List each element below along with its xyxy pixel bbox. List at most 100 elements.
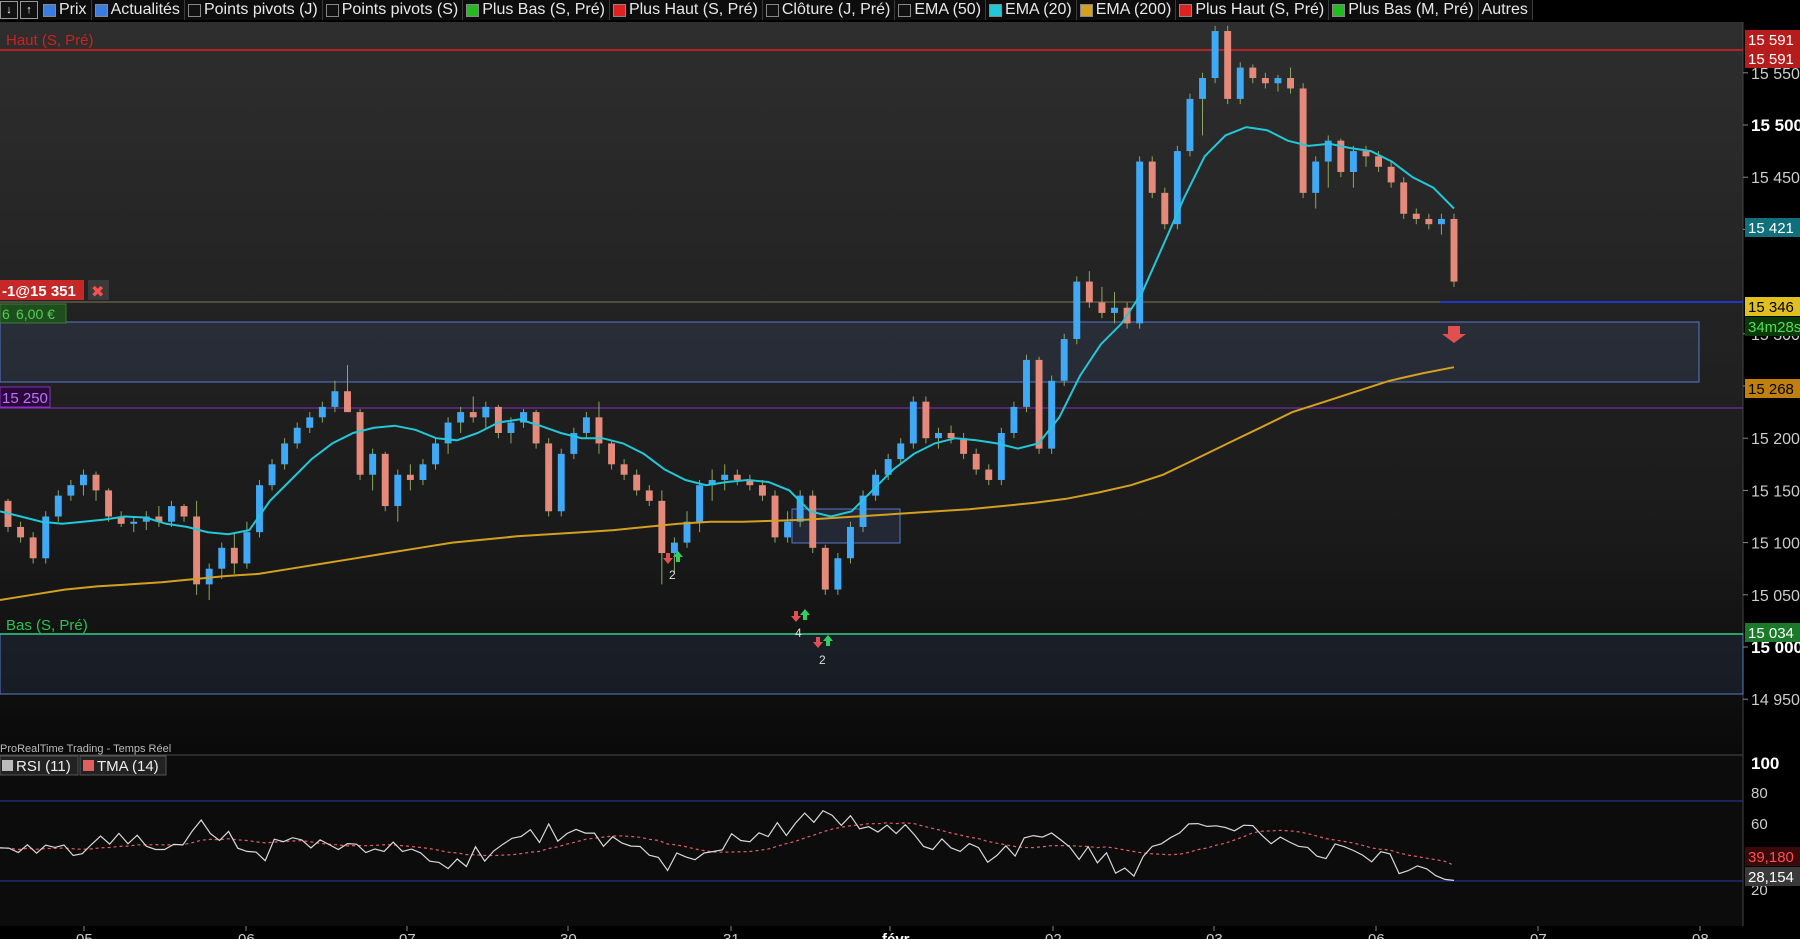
order-tag-label: -1@15 351 <box>2 283 76 300</box>
pnl-value: 6,00 € <box>16 306 55 322</box>
bear-candle <box>620 464 628 475</box>
bull-candle <box>670 542 678 554</box>
bull-candle <box>1186 98 1194 152</box>
toolbar-item[interactable]: Clôture (J, Pré) <box>763 0 896 20</box>
toolbar-item[interactable]: Plus Bas (S, Pré) <box>463 0 610 20</box>
bull-candle <box>243 532 251 564</box>
color-swatch-icon <box>898 3 912 17</box>
bull-candle <box>1111 307 1118 313</box>
date-label: 31 <box>723 931 740 939</box>
bear-candle <box>972 453 980 470</box>
bull-candle <box>1236 67 1244 99</box>
price-tick-label: 15 100 <box>1751 536 1800 553</box>
pnl-qty: 6 <box>2 306 10 322</box>
bear-candle <box>17 526 25 538</box>
color-swatch-icon <box>83 760 94 771</box>
toolbar-item[interactable]: Plus Haut (S, Pré) <box>610 0 763 20</box>
signal-count: 2 <box>819 653 826 667</box>
price-tick-label: 15 200 <box>1751 431 1800 448</box>
color-swatch-icon <box>325 3 339 17</box>
bull-candle <box>79 474 87 486</box>
bear-candle <box>1098 302 1106 313</box>
bear-candle <box>356 412 364 475</box>
toolbar-item-label: EMA (200) <box>1095 1 1172 18</box>
bull-candle <box>557 453 565 512</box>
toolbar-item[interactable]: Plus Haut (S, Pré) <box>1176 0 1330 20</box>
bull-candle <box>482 406 490 418</box>
arrow-down-icon[interactable]: ↓ <box>0 1 18 19</box>
bull-candle <box>1349 151 1357 172</box>
bull-candle <box>909 401 917 444</box>
bear-candle <box>532 412 540 444</box>
color-swatch-icon <box>187 3 201 17</box>
toolbar-item[interactable]: Plus Bas (M, Pré) <box>1329 0 1479 20</box>
bull-candle <box>168 506 175 522</box>
rsi-legend-label: RSI (11) <box>16 758 71 775</box>
date-label: 30 <box>560 931 577 939</box>
bear-candle <box>1261 78 1269 84</box>
toolbar-item-label: Prix <box>59 1 87 18</box>
bear-candle <box>809 495 817 548</box>
bull-candle <box>281 443 289 465</box>
bear-candle <box>344 391 351 413</box>
chart-canvas[interactable]: 2 4 2 RSI (11) TMA (14) Haut (S, Pré) Bas (S… <box>0 0 1800 939</box>
toolbar-item[interactable]: Actualités <box>92 0 185 20</box>
bear-candle <box>733 474 741 480</box>
bear-candle <box>758 485 766 496</box>
bear-candle <box>406 474 414 480</box>
bear-candle <box>105 490 113 517</box>
toolbar-item[interactable]: EMA (50) <box>895 0 987 20</box>
bull-candle <box>394 474 402 507</box>
tma-value-tag: 39,180 <box>1748 849 1794 866</box>
close-icon: ✖ <box>91 284 104 301</box>
bear-candle <box>1148 161 1156 193</box>
toolbar-item[interactable]: Prix <box>40 0 92 20</box>
signal-count: 2 <box>669 568 676 582</box>
bear-candle <box>381 453 389 507</box>
bull-candle <box>293 427 301 444</box>
weekly-high-tag: 15 591 <box>1748 32 1794 49</box>
price-tick-label: 15 150 <box>1751 483 1800 500</box>
candle-timer-tag: 34m28s <box>1748 319 1800 336</box>
toolbar-item-label: Actualités <box>110 1 180 18</box>
date-label: 05 <box>76 931 93 939</box>
bull-candle <box>1023 359 1030 407</box>
rsi-tick-label: 80 <box>1751 785 1768 802</box>
toolbar-item[interactable]: Points pivots (S) <box>323 0 464 20</box>
bear-candle <box>29 537 37 559</box>
ema200-tag: 15 268 <box>1748 381 1794 398</box>
date-label: 08 <box>1692 931 1709 939</box>
bear-candle <box>633 474 641 491</box>
bear-candle <box>1035 359 1043 449</box>
bull-candle <box>834 558 842 590</box>
support-zone <box>0 633 1744 695</box>
toolbar-item[interactable]: Points pivots (J) <box>185 0 323 20</box>
toolbar-item[interactable]: Autres <box>1479 0 1533 20</box>
bear-candle <box>645 490 653 501</box>
bull-candle <box>318 406 326 418</box>
toolbar-item[interactable]: EMA (20) <box>986 0 1077 20</box>
bull-candle <box>331 391 339 407</box>
last-price-tag: 15 346 <box>1748 299 1794 316</box>
arrow-up-icon[interactable]: ↑ <box>20 1 38 19</box>
bull-candle <box>897 443 905 460</box>
bull-candle <box>997 432 1005 480</box>
bear-candle <box>1387 166 1395 183</box>
color-swatch-icon <box>43 3 56 17</box>
toolbar-item[interactable]: EMA (200) <box>1077 0 1177 20</box>
price-tick-label: 14 950 <box>1751 692 1800 709</box>
bear-candle <box>821 547 829 590</box>
tma-legend-label: TMA (14) <box>97 758 159 775</box>
bear-candle <box>469 412 477 418</box>
level-tag-label: 15 250 <box>2 390 48 407</box>
bull-candle <box>67 485 75 496</box>
bull-candle <box>721 474 729 480</box>
bear-candle <box>1412 213 1420 219</box>
bear-candle <box>1249 67 1257 79</box>
ema20-tag: 15 421 <box>1748 220 1794 237</box>
bear-candle <box>1299 88 1307 193</box>
bear-candle <box>1400 182 1408 214</box>
bull-candle <box>935 432 942 439</box>
bull-candle <box>784 521 792 538</box>
rsi-tick-label: 100 <box>1751 754 1779 773</box>
